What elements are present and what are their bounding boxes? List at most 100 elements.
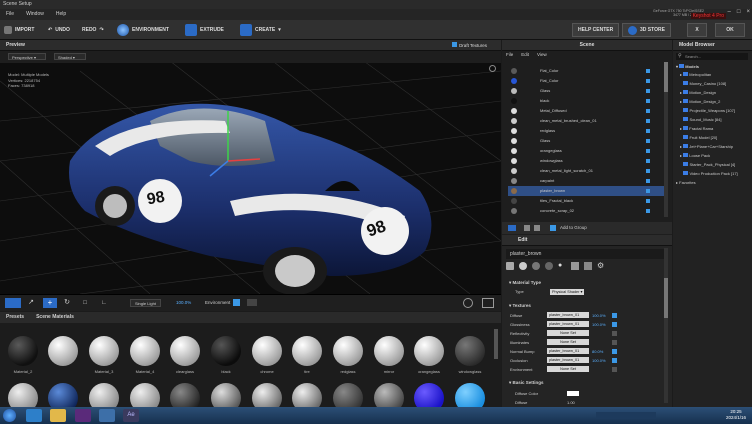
screen-icon[interactable] [482,298,494,308]
scale-tool-icon[interactable]: □ [79,298,91,308]
materials-scrollbar[interactable] [494,329,498,359]
browser-item[interactable]: Projectile_Weapons [107] [680,107,735,114]
scene-scrollbar[interactable] [664,62,668,217]
move-tool-icon[interactable]: + [43,298,57,308]
maximize-icon[interactable]: □ [737,9,741,15]
visibility-checkbox[interactable] [646,109,650,113]
browser-item[interactable]: Video Production Pack [17] [680,170,738,177]
aftereffects-app-icon[interactable]: Ae [123,409,139,422]
shade-mode-dropdown[interactable]: Shaded ▾ [54,53,86,60]
visibility-checkbox[interactable] [646,159,650,163]
camera-icon[interactable] [508,225,516,231]
scene-item[interactable]: carpaint [508,176,666,186]
material-name-field[interactable]: plaster_brown [506,249,666,259]
menu-file[interactable]: File [6,9,14,20]
visibility-checkbox[interactable] [646,149,650,153]
select-tool-icon[interactable]: ↗ [25,298,37,308]
material-swatch[interactable] [170,336,200,366]
visibility-checkbox[interactable] [646,89,650,93]
fullscreen-icon[interactable] [489,65,496,72]
visibility-checkbox[interactable] [646,129,650,133]
diffuse-value[interactable]: 1.00 [567,399,575,406]
material-swatch[interactable] [89,336,119,366]
texture-field-occlusion[interactable]: plaster_brown_01 [547,357,589,363]
environment-button[interactable]: ENVIRONMENT [117,23,169,37]
browser-root-models[interactable]: ▾ Models [676,63,699,70]
snap-tool-icon[interactable]: ∟ [98,298,110,308]
menu-window[interactable]: Window [26,9,44,20]
browser-item[interactable]: ▸ Metropolitan [680,71,711,78]
browser-item[interactable]: ▸ Loose Pack [680,152,710,159]
menu-help[interactable]: Help [56,9,66,20]
material-swatch[interactable] [211,336,241,366]
3d-viewport[interactable]: 98 98 [0,51,501,294]
ok-button[interactable]: OK [715,23,745,37]
import-button[interactable]: IMPORT [4,23,34,37]
texture-toggle[interactable] [612,349,617,354]
texture-pct-occlusion[interactable]: 100.0% [592,357,606,364]
material-swatch[interactable] [8,336,38,366]
visibility-checkbox[interactable] [646,199,650,203]
image-icon[interactable] [506,262,514,270]
material-swatch[interactable] [455,336,485,366]
texture-toggle[interactable] [612,367,617,372]
scene-item[interactable]: orangeglass [508,146,666,156]
scene-item[interactable]: Glass [508,136,666,146]
texture-field-normal-bump[interactable]: plaster_brown_01 [547,348,589,354]
media-app-icon[interactable] [99,409,115,422]
scrollbar-thumb[interactable] [664,62,668,92]
tab-scene-materials[interactable]: Scene Materials [36,312,74,323]
render-sphere-icon[interactable] [463,298,473,308]
scene-item[interactable]: Flat_Color [508,76,666,86]
material-swatch[interactable] [130,383,160,407]
scene-item[interactable]: tiles_Fractal_black [508,196,666,206]
scene-item[interactable]: clean_metal_brushed_clean_01 [508,116,666,126]
material-swatch[interactable] [211,383,241,407]
tab-presets[interactable]: Presets [6,312,24,323]
camera-tool-icon[interactable] [5,298,21,308]
material-swatch[interactable] [8,383,38,407]
scrollbar-thumb[interactable] [664,278,668,318]
light-mode-dropdown[interactable]: Single Light [130,299,161,307]
diffuse-color-swatch[interactable] [567,391,579,396]
visibility-checkbox[interactable] [646,119,650,123]
close-window-icon[interactable]: × [746,9,750,15]
scene-item[interactable]: black [508,96,666,106]
material-swatch[interactable] [374,336,404,366]
checker-icon[interactable] [571,262,579,270]
texture-toggle[interactable] [612,331,617,336]
material-swatch[interactable] [414,383,444,407]
folder-app-icon[interactable] [50,409,66,422]
redo-button[interactable]: REDO ↷ [82,23,104,37]
texture-toggle[interactable] [612,358,617,363]
scene-item[interactable]: Flat_Color [508,66,666,76]
texture-field-diffuse[interactable]: plaster_brown_01 [547,312,589,318]
light-intensity[interactable]: 100.0% [176,299,191,307]
gear-icon[interactable]: ⚙ [597,262,605,270]
browser-item[interactable]: Money_Casino [108] [680,80,726,87]
material-swatch[interactable] [252,383,282,407]
texture-sphere-icon[interactable] [545,262,553,270]
scene-menu-edit[interactable]: Edit [521,52,529,57]
visibility-checkbox[interactable] [646,209,650,213]
environment-swatch[interactable] [247,299,257,306]
duplicate-icon[interactable] [534,225,540,231]
rotate-tool-icon[interactable]: ↻ [61,298,73,308]
scene-item[interactable]: Metal_Diffused [508,106,666,116]
material-swatch[interactable] [252,336,282,366]
texture-pct-normal-bump[interactable]: 80.0% [592,348,603,355]
material-swatch[interactable] [333,383,363,407]
material-swatch[interactable] [89,383,119,407]
environment-checkbox[interactable] [233,299,240,306]
material-swatch[interactable] [292,383,322,407]
browser-search-input[interactable]: Search... [676,53,748,60]
browser-item[interactable]: Starter_Pack_Physical [4] [680,161,735,168]
texture-pct-glossiness[interactable]: 100.0% [592,321,606,328]
close-button[interactable]: X [687,23,707,37]
scene-item[interactable]: Glass [508,86,666,96]
material-swatch[interactable] [292,336,322,366]
create-button[interactable]: CREATE ▾ [240,23,281,37]
visibility-checkbox[interactable] [646,179,650,183]
premiere-app-icon[interactable] [75,409,91,422]
material-swatch[interactable] [170,383,200,407]
